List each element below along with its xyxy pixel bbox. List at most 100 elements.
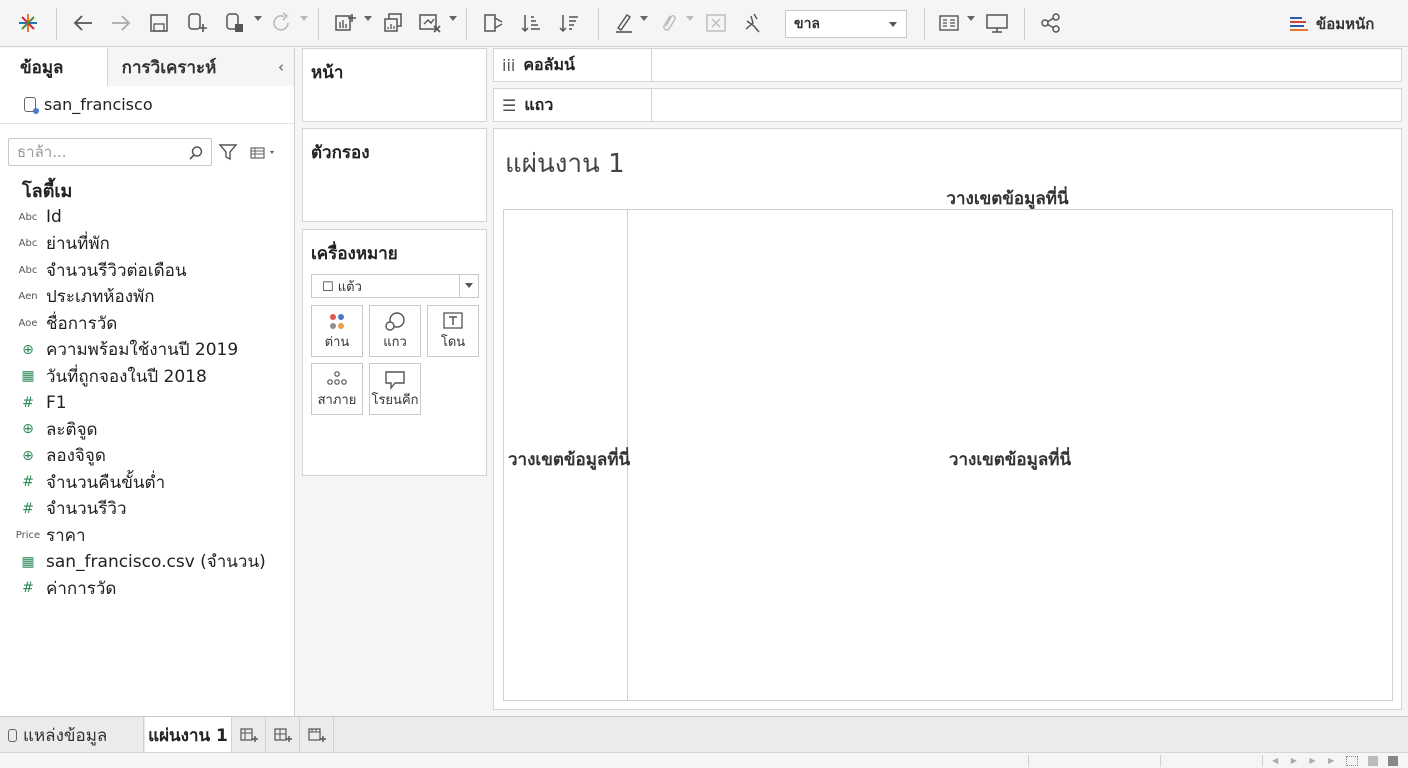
- filmstrip-icon[interactable]: [1368, 756, 1378, 766]
- tabs-view-icon[interactable]: [1388, 756, 1398, 766]
- undo-icon[interactable]: [70, 9, 96, 37]
- datasource-item[interactable]: san_francisco: [0, 86, 294, 124]
- new-dashboard-icon: [273, 728, 292, 742]
- field-name: ละติจูด: [46, 419, 98, 440]
- show-me-icon: [1290, 16, 1308, 32]
- show-mark-labels-icon[interactable]: [704, 9, 728, 37]
- redo-icon[interactable]: [108, 9, 134, 37]
- show-me-button[interactable]: ข้อมหนัก: [1290, 10, 1374, 38]
- marks-card-title: เครื่องหมาย: [311, 244, 398, 264]
- duplicate-sheet-icon[interactable]: [380, 9, 406, 37]
- view-options-button[interactable]: [250, 145, 278, 164]
- detail-mark-button[interactable]: สาภาย: [311, 363, 363, 415]
- show-cards-caret[interactable]: [967, 16, 975, 21]
- highlight-caret[interactable]: [640, 16, 648, 21]
- rows-label-text: แถว: [524, 94, 554, 114]
- field-item[interactable]: ▦ san_francisco.csv (จำนวน): [0, 549, 294, 576]
- sheet-title[interactable]: แผ่นงาน 1: [505, 143, 625, 184]
- new-worksheet-tab-button[interactable]: [232, 717, 266, 753]
- rows-shelf-label: ☰ แถว: [494, 89, 652, 121]
- field-item[interactable]: ▦ วันที่ถูกจองในปี 2018: [0, 363, 294, 390]
- tab-analytics[interactable]: การวิเคราะห์: [107, 48, 294, 86]
- presentation-mode-icon[interactable]: [984, 9, 1010, 37]
- show-cards-icon[interactable]: [937, 9, 963, 37]
- search-input[interactable]: ธาล้า...: [8, 138, 212, 166]
- clear-sheet-caret[interactable]: [449, 16, 457, 21]
- marks-card: เครื่องหมาย ☐ แต้ว ต่าน แกว โดน สาภาย โร…: [302, 229, 487, 476]
- sort-ascending-icon[interactable]: [518, 9, 544, 37]
- size-mark-button[interactable]: แกว: [369, 305, 421, 357]
- refresh-caret[interactable]: [300, 16, 308, 21]
- new-worksheet-caret[interactable]: [364, 16, 372, 21]
- group-members-icon[interactable]: [656, 9, 680, 37]
- drop-field-columns-zone[interactable]: วางเขตข้อมูลที่นี่: [494, 185, 1401, 212]
- field-name: ค่าการวัด: [46, 578, 117, 599]
- filters-card-title: ตัวกรอง: [311, 143, 370, 163]
- field-list: Abc Id Abc ย่านที่พัก Abc จำนวนรีวิวต่อเดือ…: [0, 204, 294, 602]
- field-item[interactable]: ⊕ ความพร้อมใช้งานปี 2019: [0, 337, 294, 364]
- color-mark-button[interactable]: ต่าน: [311, 305, 363, 357]
- refresh-icon[interactable]: [268, 9, 294, 37]
- field-item[interactable]: Abc ย่านที่พัก: [0, 231, 294, 258]
- tab-navigation-arrows[interactable]: ◀ ▶ ▶ ▶: [1272, 756, 1339, 765]
- view-grid: วางเขตข้อมูลที่นี่ วางเขตข้อมูลที่นี่: [503, 209, 1393, 701]
- columns-shelf-label: iii คอลัมน์: [494, 49, 652, 81]
- tab-data[interactable]: ข้อมูล: [0, 48, 108, 86]
- share-icon[interactable]: [1038, 9, 1064, 37]
- calendar-icon: ▦: [21, 368, 35, 385]
- tooltip-mark-button[interactable]: โรยนคีก: [369, 363, 421, 415]
- highlight-icon[interactable]: [612, 9, 636, 37]
- sort-descending-icon[interactable]: [556, 9, 582, 37]
- field-item[interactable]: ⊕ ละติจูด: [0, 416, 294, 443]
- worksheet-canvas: แผ่นงาน 1 วางเขตข้อมูลที่นี่ วางเขตข้อมู…: [493, 128, 1402, 710]
- pause-updates-icon[interactable]: [222, 9, 248, 37]
- string-field-icon: Aoe: [18, 317, 38, 329]
- field-item[interactable]: # ค่าการวัด: [0, 575, 294, 602]
- mark-type-dropdown[interactable]: ☐ แต้ว: [311, 274, 479, 298]
- field-name: ราคา: [46, 525, 86, 546]
- label-mark-button[interactable]: โดน: [427, 305, 479, 357]
- filters-card[interactable]: ตัวกรอง: [302, 128, 487, 222]
- field-item[interactable]: Abc Id: [0, 204, 294, 231]
- new-worksheet-icon[interactable]: [332, 9, 358, 37]
- field-name: วันที่ถูกจองในปี 2018: [46, 366, 207, 387]
- field-item[interactable]: Aoe ชื่อการวัด: [0, 310, 294, 337]
- new-datasource-icon[interactable]: [184, 9, 210, 37]
- filter-icon[interactable]: [218, 142, 238, 162]
- show-me-label: ข้อมหนัก: [1316, 15, 1375, 33]
- sheet-tabs-bar: แหล่งข้อมูล แผ่นงาน 1: [0, 716, 1408, 753]
- field-item[interactable]: # จำนวนคืนขั้นต่ำ: [0, 469, 294, 496]
- field-item[interactable]: ⊕ ลองจิจูด: [0, 443, 294, 470]
- color-icon: [330, 314, 344, 329]
- collapse-pane-icon[interactable]: ‹: [278, 58, 284, 76]
- field-item[interactable]: Aen ประเภทห้องพัก: [0, 284, 294, 311]
- columns-shelf[interactable]: iii คอลัมน์: [493, 48, 1402, 82]
- field-item[interactable]: Abc จำนวนรีวิวต่อเดือน: [0, 257, 294, 284]
- rows-shelf[interactable]: ☰ แถว: [493, 88, 1402, 122]
- fit-dropdown[interactable]: ขาล: [785, 10, 907, 38]
- pause-updates-caret[interactable]: [254, 16, 262, 21]
- globe-icon: ⊕: [22, 421, 34, 438]
- swap-rows-columns-icon[interactable]: [480, 9, 506, 37]
- tab-datasource[interactable]: แหล่งข้อมูล: [0, 717, 144, 753]
- sheet-sorter-icon[interactable]: [1346, 756, 1358, 766]
- new-dashboard-tab-button[interactable]: [266, 717, 300, 753]
- fix-axes-icon[interactable]: [740, 9, 766, 37]
- field-item[interactable]: # จำนวนรีวิว: [0, 496, 294, 523]
- drop-field-view-zone[interactable]: วางเขตข้อมูลที่นี่: [628, 446, 1392, 473]
- fit-dropdown-value: ขาล: [794, 16, 821, 32]
- pages-card[interactable]: หน้า: [302, 48, 487, 122]
- clear-sheet-icon[interactable]: [416, 9, 444, 37]
- status-bar: ◀ ▶ ▶ ▶: [0, 752, 1408, 768]
- text-label-icon: [443, 312, 463, 329]
- drop-field-rows-zone[interactable]: วางเขตข้อมูลที่นี่: [508, 446, 630, 473]
- datasource-tab-icon: [8, 728, 17, 742]
- field-item[interactable]: # F1: [0, 390, 294, 417]
- group-members-caret[interactable]: [686, 16, 694, 21]
- tableau-logo-icon[interactable]: [14, 9, 42, 37]
- tab-sheet-1[interactable]: แผ่นงาน 1: [145, 717, 232, 753]
- save-icon[interactable]: [146, 9, 172, 37]
- tables-header: โลตี้เม: [22, 181, 73, 202]
- new-story-tab-button[interactable]: [300, 717, 334, 753]
- field-item[interactable]: Price ราคา: [0, 522, 294, 549]
